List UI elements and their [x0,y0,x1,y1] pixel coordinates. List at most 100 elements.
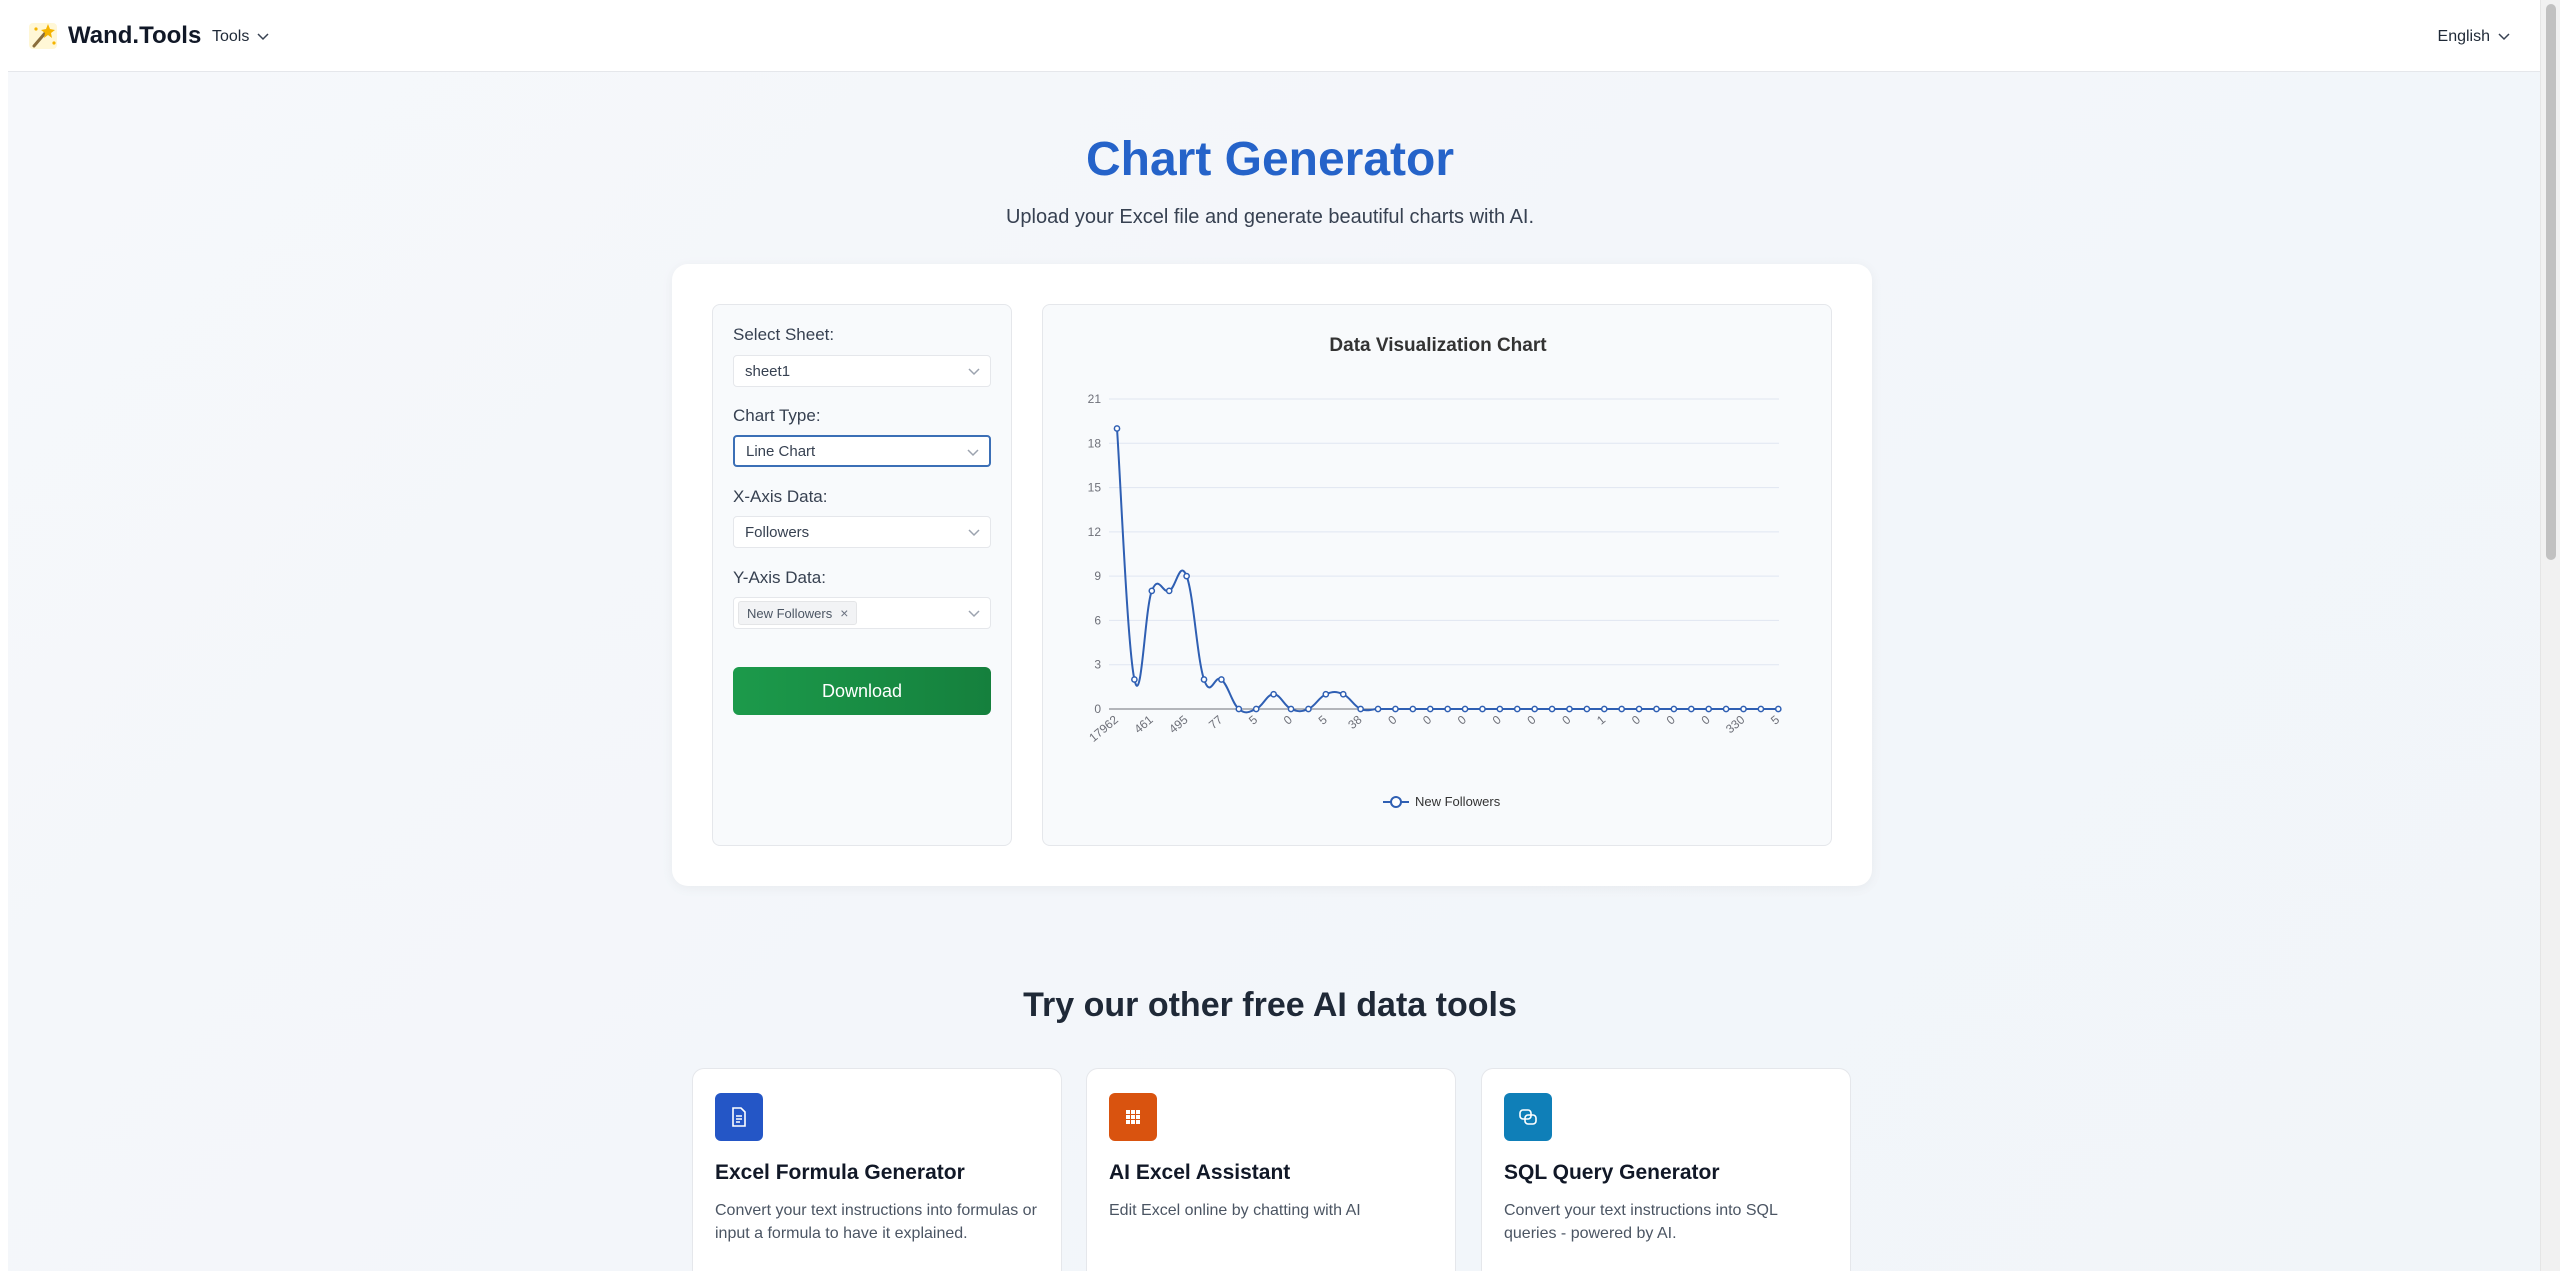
y-tick-label: 6 [1094,613,1101,627]
x-tick-label: 0 [1629,712,1643,727]
line-chart: Data Visualization Chart0369121518211796… [1086,335,1782,809]
y-tick-label: 3 [1094,658,1101,672]
x-axis-select[interactable]: Followers [733,516,991,548]
tool-description: Edit Excel online by chatting with AI [1109,1202,1361,1219]
scrollbar-thumb[interactable] [2546,4,2556,560]
x-tick-label: 0 [1455,712,1469,727]
tool-name: AI Excel Assistant [1109,1161,1291,1184]
chevron-down-icon [257,33,269,41]
chevron-down-icon [967,449,979,457]
chart-generator-card: Select Sheet: sheet1 Chart Type: Line Ch… [672,264,1872,886]
chat-bubbles-icon [1504,1093,1552,1141]
sheet-select[interactable]: sheet1 [733,355,991,387]
sheet-label: Select Sheet: [733,325,835,344]
page-title: Chart Generator [1085,133,1455,186]
tool-description: Convert your text instructions into form… [715,1202,1037,1242]
data-point [1757,705,1765,713]
chevron-down-icon [2498,33,2510,41]
chevron-down-icon [968,368,980,376]
grid-icon [1109,1093,1157,1141]
data-point [1548,705,1556,713]
y-axis-tag-label: New Followers [747,605,833,621]
x-tick-label: 461 [1131,712,1156,736]
page-scrollbar[interactable] [2540,0,2560,1271]
data-point [1409,705,1417,713]
data-point [1670,705,1678,713]
tools-menu[interactable]: Tools [212,28,269,46]
data-point [1461,705,1469,713]
language-selector[interactable]: English [2438,28,2510,46]
x-tick-label: 38 [1345,712,1364,732]
x-tick-label: 0 [1524,712,1538,727]
controls-panel: Select Sheet: sheet1 Chart Type: Line Ch… [712,304,1012,846]
data-point [1374,705,1382,713]
tool-name: SQL Query Generator [1504,1161,1720,1184]
top-header: Wand.Tools Tools English [8,0,2540,72]
data-point [1148,587,1156,595]
tools-menu-label: Tools [212,28,250,45]
download-button[interactable]: Download [733,667,991,715]
data-point [1235,705,1243,713]
x-axis-value: Followers [745,523,810,541]
legend-label: New Followers [1415,794,1501,809]
legend-marker [1390,796,1402,808]
x-tick-label: 0 [1281,712,1295,727]
tools-section-title: Try our other free AI data tools [1023,986,1517,1024]
data-point [1740,705,1747,713]
y-tick-label: 0 [1094,702,1101,716]
data-point [1287,705,1295,713]
brand-name: Wand.Tools [68,22,202,49]
chart-title: Data Visualization Chart [1329,335,1547,356]
data-point [1183,572,1190,580]
page-subtitle: Upload your Excel file and generate beau… [1005,206,1535,228]
tool-description: Convert your text instructions into SQL … [1504,1202,1778,1242]
data-point [1774,705,1782,713]
data-point [1618,705,1626,713]
data-point [1339,690,1347,698]
sheet-select-value: sheet1 [745,362,791,380]
data-point [1113,425,1121,432]
x-tick-label: 0 [1490,712,1504,727]
data-point [1583,705,1591,713]
x-tick-label: 5 [1768,712,1782,727]
tool-card-excel-formula[interactable]: Excel Formula Generator Convert your tex… [692,1068,1062,1271]
brand-logo[interactable]: Wand.Tools [26,20,201,52]
page-edge [0,0,8,1271]
data-point [1531,705,1539,713]
data-point [1305,705,1312,713]
y-tick-label: 15 [1088,481,1102,495]
x-axis-label: X-Axis Data: [733,487,828,506]
tag-remove-icon[interactable]: × [840,605,848,621]
data-point [1200,676,1208,683]
data-point [1270,690,1277,698]
chart-panel: Data Visualization Chart 0 3 6 9 12 15 18 21 1796… [1042,304,1832,846]
data-point [1479,705,1486,713]
tool-card-ai-excel-assistant[interactable]: AI Excel Assistant Edit Excel online by … [1086,1068,1456,1271]
y-axis-label: Y-Axis Data: [733,568,826,587]
y-axis-select[interactable]: New Followers × [733,597,991,629]
document-icon [715,1093,763,1141]
chart-type-value: Line Chart [746,442,816,460]
chart-type-select[interactable]: Line Chart [733,435,991,467]
tool-card-sql-query[interactable]: SQL Query Generator Convert your text in… [1481,1068,1851,1271]
x-tick-label: 0 [1559,712,1573,727]
data-point [1722,705,1730,713]
x-tick-label: 1 [1594,712,1608,727]
y-tick-label: 12 [1088,525,1102,539]
chart-type-label: Chart Type: [733,406,821,425]
data-point [1600,705,1608,713]
data-point [1653,705,1660,713]
x-tick-label: 0 [1698,712,1712,727]
data-point [1705,705,1713,713]
data-point [1322,690,1330,698]
x-tick-label: 330 [1723,712,1748,736]
y-tick-label: 9 [1094,569,1101,583]
data-point [1357,705,1364,713]
x-tick-label: 5 [1246,712,1260,727]
data-point [1252,705,1260,713]
x-tick-label: 0 [1664,712,1678,727]
x-tick-label: 17962 [1086,712,1121,744]
data-point [1218,676,1225,683]
x-tick-label: 77 [1206,712,1225,732]
y-tick-label: 21 [1088,392,1102,406]
